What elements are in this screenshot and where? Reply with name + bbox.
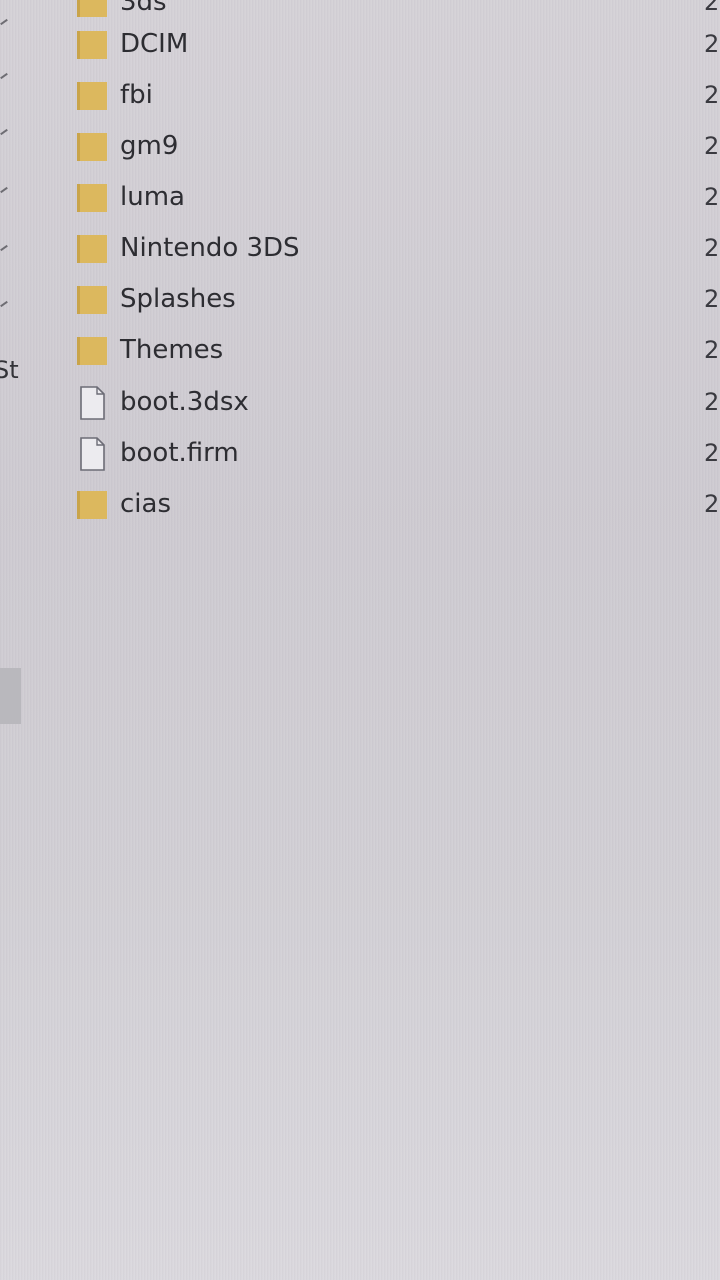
file-name: Nintendo 3DS xyxy=(120,233,300,263)
file-row[interactable]: Splashes 2 xyxy=(74,275,720,321)
file-row[interactable]: Themes 2 xyxy=(74,326,720,372)
pin-icon[interactable] xyxy=(0,244,10,252)
folder-icon xyxy=(76,232,108,264)
nav-scrollbar-thumb[interactable] xyxy=(0,668,21,724)
file-date-modified: 2 xyxy=(704,30,720,58)
file-row[interactable]: boot.firm 2 xyxy=(74,429,720,475)
file-name: DCIM xyxy=(120,29,189,59)
file-row[interactable]: DCIM 2 xyxy=(74,20,720,66)
folder-icon xyxy=(76,181,108,213)
file-name: 3ds xyxy=(120,0,167,17)
file-row[interactable]: Nintendo 3DS 2 xyxy=(74,224,720,270)
folder-icon xyxy=(76,79,108,111)
pin-icon[interactable] xyxy=(0,300,10,308)
folder-icon xyxy=(76,28,108,60)
file-row[interactable]: luma 2 xyxy=(74,173,720,219)
file-icon xyxy=(76,437,108,471)
file-row[interactable]: fbi 2 xyxy=(74,71,720,117)
file-row[interactable]: boot.3dsx 2 xyxy=(74,378,720,424)
file-date-modified: 2 xyxy=(704,0,720,16)
file-date-modified: 2 xyxy=(704,132,720,160)
file-date-modified: 2 xyxy=(704,183,720,211)
folder-icon xyxy=(76,130,108,162)
pin-icon[interactable] xyxy=(0,18,10,26)
folder-icon xyxy=(76,283,108,315)
file-row[interactable]: gm9 2 xyxy=(74,122,720,168)
file-name: Splashes xyxy=(120,284,236,314)
file-date-modified: 2 xyxy=(704,234,720,262)
file-date-modified: 2 xyxy=(704,336,720,364)
folder-icon xyxy=(76,0,108,18)
file-date-modified: 2 xyxy=(704,81,720,109)
file-name: gm9 xyxy=(120,131,179,161)
file-date-modified: 2 xyxy=(704,285,720,313)
file-name: cias xyxy=(120,489,171,519)
pin-icon[interactable] xyxy=(0,72,10,80)
file-date-modified: 2 xyxy=(704,439,720,467)
file-name: luma xyxy=(120,182,185,212)
file-date-modified: 2 xyxy=(704,388,720,416)
file-name: boot.3dsx xyxy=(120,387,249,417)
nav-item-label[interactable]: St xyxy=(0,356,19,384)
navigation-pane: St xyxy=(0,0,22,1280)
folder-icon xyxy=(76,488,108,520)
file-date-modified: 2 xyxy=(704,490,720,518)
folder-icon xyxy=(76,334,108,366)
pin-icon[interactable] xyxy=(0,186,10,194)
pin-icon[interactable] xyxy=(0,128,10,136)
file-name: fbi xyxy=(120,80,153,110)
file-name: Themes xyxy=(120,335,224,365)
file-row[interactable]: cias 2 xyxy=(74,480,720,526)
file-icon xyxy=(76,386,108,420)
file-name: boot.firm xyxy=(120,438,239,468)
